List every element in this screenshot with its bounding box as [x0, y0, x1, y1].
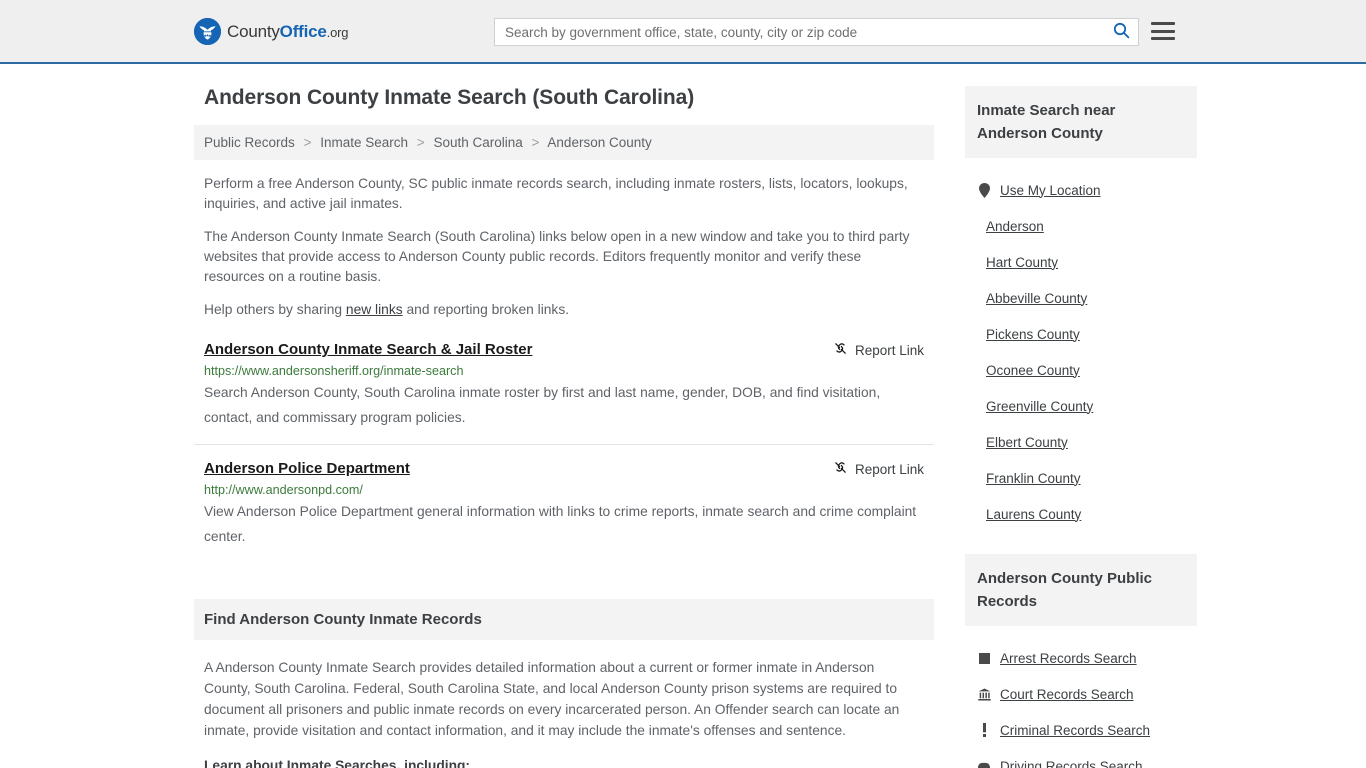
result-header: Anderson Police Department Report Link — [204, 459, 924, 479]
intro-paragraph-3: Help others by sharing new links and rep… — [204, 300, 916, 320]
report-link-label: Report Link — [854, 461, 924, 477]
breadcrumb-separator: > — [416, 135, 425, 150]
search-icon — [1113, 22, 1130, 42]
square-icon — [977, 652, 991, 664]
eagle-shield-logo-icon — [194, 17, 221, 45]
sidebar-item-driving-records-search[interactable]: Driving Records Search — [965, 748, 1197, 768]
sidebar-item-laurens-county[interactable]: Laurens County — [965, 496, 1197, 532]
broken-link-icon — [833, 341, 848, 359]
breadcrumb-item-south-carolina[interactable]: South Carolina — [433, 135, 522, 150]
site-header: CountyOffice.org — [0, 0, 1366, 64]
sidebar-link[interactable]: Use My Location — [1000, 183, 1101, 198]
sidebar-item-criminal-records-search[interactable]: Criminal Records Search — [965, 712, 1197, 748]
exclamation-icon — [977, 723, 991, 737]
brand-part-office: Office — [279, 21, 327, 41]
search-button[interactable] — [1104, 19, 1138, 45]
sidebar-item-hart-county[interactable]: Hart County — [965, 244, 1197, 280]
result-item: Anderson County Inmate Search & Jail Ros… — [194, 340, 934, 445]
breadcrumb-separator: > — [303, 135, 312, 150]
intro-3-pre: Help others by sharing — [204, 302, 346, 317]
sidebar-public-records-list: Arrest Records Search Court Records Sear… — [965, 626, 1197, 768]
intro-paragraph-2: The Anderson County Inmate Search (South… — [204, 229, 910, 284]
main-content: Anderson County Inmate Search (South Car… — [194, 86, 934, 768]
sidebar-item-pickens-county[interactable]: Pickens County — [965, 316, 1197, 352]
sidebar-item-anderson[interactable]: Anderson — [965, 208, 1197, 244]
sidebar-public-records-heading: Anderson County Public Records — [965, 554, 1197, 626]
intro-3-post: and reporting broken links. — [402, 302, 570, 317]
result-title-link[interactable]: Anderson County Inmate Search & Jail Ros… — [204, 340, 532, 360]
result-title-link[interactable]: Anderson Police Department — [204, 459, 410, 479]
sidebar-link[interactable]: Abbeville County — [986, 291, 1087, 306]
sidebar-item-arrest-records-search[interactable]: Arrest Records Search — [965, 640, 1197, 676]
sidebar-nearby-heading: Inmate Search near Anderson County — [965, 86, 1197, 158]
sidebar-link[interactable]: Franklin County — [986, 471, 1081, 486]
page-body: Anderson County Inmate Search (South Car… — [0, 64, 1366, 768]
sidebar: Inmate Search near Anderson County Use M… — [965, 86, 1197, 768]
result-description: Search Anderson County, South Carolina i… — [204, 385, 881, 425]
page-title: Anderson County Inmate Search (South Car… — [204, 86, 695, 109]
brand-part-county: County — [227, 21, 280, 41]
report-link-label: Report Link — [854, 342, 924, 358]
sidebar-item-oconee-county[interactable]: Oconee County — [965, 352, 1197, 388]
breadcrumb-separator: > — [531, 135, 540, 150]
sidebar-nearby-list: Use My Location Anderson Hart County Abb… — [965, 158, 1197, 532]
sidebar-link[interactable]: Court Records Search — [1000, 687, 1134, 702]
broken-link-icon — [833, 460, 848, 478]
map-pin-icon — [977, 182, 991, 198]
breadcrumb: Public Records > Inmate Search > South C… — [194, 125, 934, 160]
sidebar-link[interactable]: Pickens County — [986, 327, 1080, 342]
sidebar-item-use-my-location[interactable]: Use My Location — [965, 172, 1197, 208]
sidebar-link[interactable]: Elbert County — [986, 435, 1068, 450]
result-description: View Anderson Police Department general … — [204, 504, 917, 544]
breadcrumb-item-public-records[interactable]: Public Records — [204, 135, 295, 150]
result-url[interactable]: http://www.andersonpd.com/ — [204, 483, 924, 497]
brand-part-org: .org — [326, 24, 349, 40]
sidebar-link[interactable]: Arrest Records Search — [1000, 651, 1137, 666]
result-url[interactable]: https://www.andersonsheriff.org/inmate-s… — [204, 364, 924, 378]
section-subheading: Learn about Inmate Searches, including: — [204, 758, 471, 768]
breadcrumb-item-anderson-county[interactable]: Anderson County — [547, 135, 651, 150]
result-item: Anderson Police Department Report Link h… — [194, 459, 934, 563]
report-link-button[interactable]: Report Link — [833, 459, 924, 478]
courthouse-icon — [977, 687, 991, 701]
sidebar-item-franklin-county[interactable]: Franklin County — [965, 460, 1197, 496]
sidebar-item-abbeville-county[interactable]: Abbeville County — [965, 280, 1197, 316]
sidebar-link[interactable]: Driving Records Search — [1000, 759, 1143, 768]
intro-paragraph-1: Perform a free Anderson County, SC publi… — [204, 176, 908, 211]
results-list: Anderson County Inmate Search & Jail Ros… — [194, 340, 934, 563]
section-heading: Find Anderson County Inmate Records — [194, 599, 934, 640]
site-logo[interactable]: CountyOffice.org — [194, 17, 348, 45]
sidebar-link[interactable]: Oconee County — [986, 363, 1080, 378]
hamburger-menu-icon[interactable] — [1151, 20, 1175, 42]
sidebar-link[interactable]: Laurens County — [986, 507, 1081, 522]
new-links-link[interactable]: new links — [346, 302, 403, 317]
breadcrumb-item-inmate-search[interactable]: Inmate Search — [320, 135, 408, 150]
search-bar — [494, 18, 1139, 46]
result-header: Anderson County Inmate Search & Jail Ros… — [204, 340, 924, 360]
report-link-button[interactable]: Report Link — [833, 340, 924, 359]
sidebar-link[interactable]: Hart County — [986, 255, 1058, 270]
brand-text: CountyOffice.org — [227, 23, 348, 40]
sidebar-link[interactable]: Anderson — [986, 219, 1044, 234]
section-body-text: A Anderson County Inmate Search provides… — [204, 660, 900, 738]
sidebar-item-greenville-county[interactable]: Greenville County — [965, 388, 1197, 424]
sidebar-link[interactable]: Criminal Records Search — [1000, 723, 1150, 738]
search-input[interactable] — [495, 19, 1104, 45]
sidebar-item-court-records-search[interactable]: Court Records Search — [965, 676, 1197, 712]
car-icon — [977, 761, 991, 768]
sidebar-link[interactable]: Greenville County — [986, 399, 1093, 414]
sidebar-item-elbert-county[interactable]: Elbert County — [965, 424, 1197, 460]
